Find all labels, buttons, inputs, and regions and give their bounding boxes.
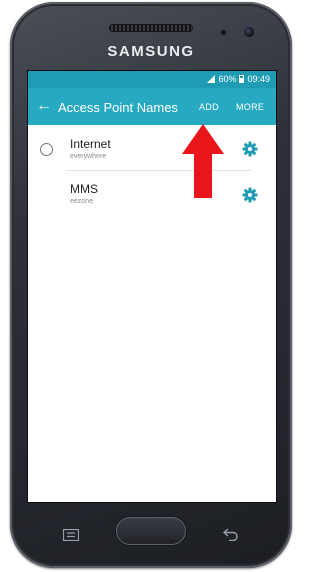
back-arrow-icon[interactable]: ← (36, 97, 52, 115)
apn-row-internet[interactable]: Internet everywhere (28, 125, 276, 171)
apn-list: Internet everywhere MMS eezone (28, 125, 276, 215)
red-arrow-annotation (182, 124, 224, 198)
page-title: Access Point Names (58, 100, 178, 115)
add-button[interactable]: ADD (199, 102, 219, 112)
apn-row-mms[interactable]: MMS eezone (28, 170, 276, 215)
apn-value: eezone (70, 198, 93, 205)
signal-icon (207, 75, 216, 83)
screen: 60% 09:49 ← Access Point Names ADD MORE … (28, 71, 276, 502)
apn-name: Internet (70, 137, 111, 151)
home-button[interactable] (116, 517, 186, 545)
clock: 09:49 (247, 74, 270, 84)
earpiece-speaker (109, 24, 193, 32)
front-camera (244, 27, 254, 37)
more-button[interactable]: MORE (236, 102, 264, 112)
gear-icon[interactable] (242, 141, 258, 157)
app-bar: ← Access Point Names ADD MORE (28, 88, 276, 125)
apn-name: MMS (70, 182, 98, 196)
apn-value: everywhere (70, 153, 107, 160)
apn-radio-button[interactable] (40, 143, 53, 156)
proximity-sensor (221, 30, 226, 35)
gear-icon[interactable] (242, 187, 258, 203)
battery-percent: 60% (218, 74, 237, 84)
brand-logo: SAMSUNG (107, 43, 195, 60)
status-bar: 60% 09:49 (28, 71, 276, 88)
battery-icon (239, 75, 245, 83)
back-key-icon[interactable] (222, 527, 240, 541)
menu-key-icon[interactable] (63, 529, 79, 541)
